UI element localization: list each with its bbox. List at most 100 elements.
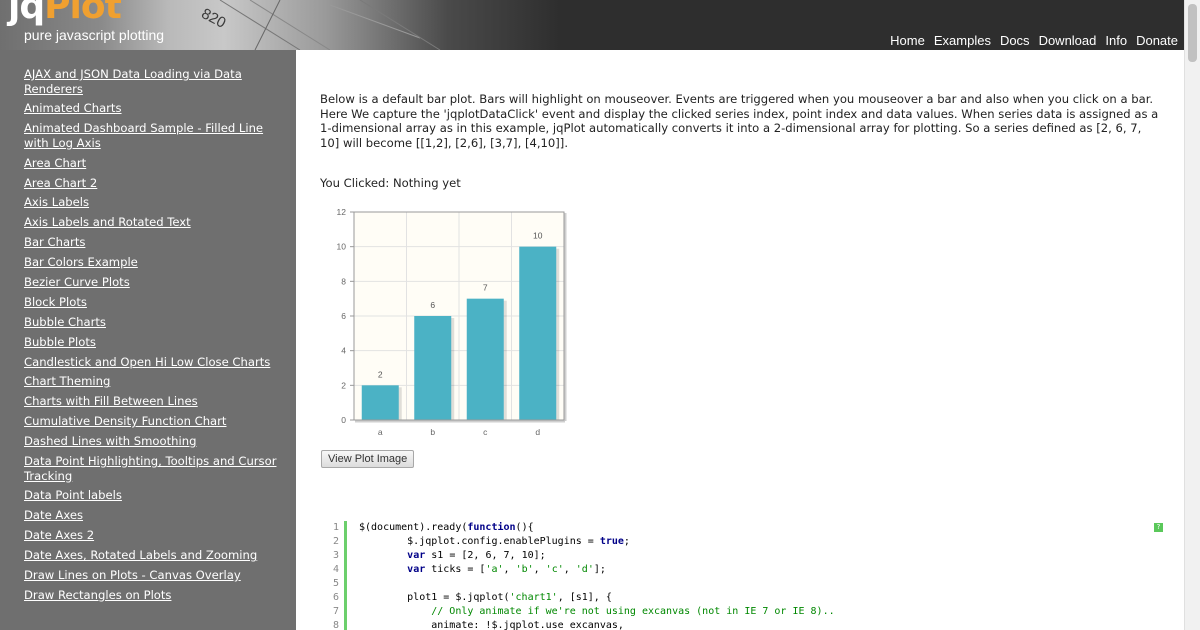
examples-list: AJAX and JSON Data Loading via Data Rend…: [0, 50, 296, 602]
sidebar-item: Dashed Lines with Smoothing: [24, 434, 296, 449]
sidebar-link[interactable]: Bubble Charts: [24, 315, 286, 330]
sidebar-item: Data Point labels: [24, 488, 296, 503]
line-number: 4: [332, 564, 339, 575]
y-tick-label: 4: [341, 346, 346, 356]
sidebar-item: Area Chart 2: [24, 176, 296, 191]
sidebar-link[interactable]: Block Plots: [24, 295, 286, 310]
x-tick-label: b: [430, 427, 435, 437]
sidebar-item: Date Axes 2: [24, 528, 296, 543]
y-tick-label: 0: [341, 415, 346, 425]
view-plot-image-button[interactable]: View Plot Image: [321, 450, 415, 468]
sidebar-link[interactable]: Bubble Plots: [24, 335, 286, 350]
sidebar-item: Block Plots: [24, 295, 296, 310]
site-header: jqPlot pure javascript plotting 820 Home…: [0, 0, 1184, 50]
bar-shadow: [417, 318, 455, 420]
sidebar-link[interactable]: Area Chart: [24, 156, 286, 171]
sidebar-item: Area Chart: [24, 156, 296, 171]
code-text: animate: !$.jqplot.use_excanvas,: [359, 620, 624, 630]
code-text: var ticks = ['a', 'b', 'c', 'd'];: [407, 564, 606, 575]
nav-docs[interactable]: Docs: [1000, 33, 1030, 48]
sidebar-item: Draw Rectangles on Plots: [24, 588, 296, 603]
sidebar-link[interactable]: Axis Labels: [24, 195, 286, 210]
nav-home[interactable]: Home: [890, 33, 925, 48]
nav-info[interactable]: Info: [1105, 33, 1127, 48]
page-scrollbar[interactable]: [1184, 0, 1200, 630]
code-line: 4 var ticks = ['a', 'b', 'c', 'd'];: [330, 563, 1170, 577]
sidebar-item: Animated Charts: [24, 101, 296, 116]
line-number: 8: [332, 620, 339, 630]
code-listing: 1 $(document).ready(function(){2 $.jqplot…: [330, 521, 1170, 630]
sidebar-item: Animated Dashboard Sample - Filled Line …: [24, 121, 296, 150]
sidebar-link[interactable]: Bezier Curve Plots: [24, 275, 286, 290]
sidebar-link[interactable]: Candlestick and Open Hi Low Close Charts: [24, 355, 286, 370]
code-text: // Only animate if we're not using excan…: [359, 606, 835, 617]
sidebar-item: Bubble Charts: [24, 315, 296, 330]
bar[interactable]: [519, 246, 557, 420]
code-line: 6 plot1 = $.jqplot('chart1', [s1], {: [330, 591, 1170, 605]
bar-shadow: [364, 387, 402, 420]
y-tick-label: 6: [341, 311, 346, 321]
x-tick-label: d: [535, 427, 540, 437]
examples-sidebar: AJAX and JSON Data Loading via Data Rend…: [0, 50, 296, 630]
code-gutter: [344, 521, 347, 535]
sidebar-link[interactable]: Bar Colors Example: [24, 255, 286, 270]
line-number: 3: [332, 550, 339, 561]
code-text: $.jqplot.config.enablePlugins = true;: [359, 536, 630, 547]
sidebar-link[interactable]: Date Axes 2: [24, 528, 286, 543]
sidebar-item: Axis Labels and Rotated Text: [24, 215, 296, 230]
sidebar-link[interactable]: Axis Labels and Rotated Text: [24, 215, 286, 230]
bar-shadow: [469, 300, 507, 420]
data-label: 6: [430, 300, 435, 310]
nav-donate[interactable]: Donate: [1136, 33, 1178, 48]
sidebar-link[interactable]: Animated Charts: [24, 101, 286, 116]
sidebar-link[interactable]: Cumulative Density Function Chart: [24, 414, 286, 429]
sidebar-link[interactable]: Area Chart 2: [24, 176, 286, 191]
main-content: Below is a default bar plot. Bars will h…: [320, 92, 1160, 190]
sidebar-link[interactable]: Bar Charts: [24, 235, 286, 250]
copy-code-icon[interactable]: ?: [1154, 523, 1163, 532]
sidebar-link[interactable]: Data Point labels: [24, 488, 286, 503]
bar[interactable]: [361, 385, 399, 420]
sidebar-item: Charts with Fill Between Lines: [24, 394, 296, 409]
sidebar-link[interactable]: Date Axes: [24, 508, 286, 523]
y-tick-label: 8: [341, 276, 346, 286]
x-tick-label: c: [483, 427, 488, 437]
line-number: 6: [332, 592, 339, 603]
sidebar-link[interactable]: Animated Dashboard Sample - Filled Line …: [24, 121, 286, 150]
code-line: 3 var s1 = [2, 6, 7, 10];: [330, 549, 1170, 563]
code-gutter: [344, 619, 347, 630]
plot-area: [354, 212, 564, 420]
sidebar-link[interactable]: AJAX and JSON Data Loading via Data Rend…: [24, 67, 286, 96]
plot-border: [353, 211, 565, 421]
code-text: $(document).ready(function(){: [359, 522, 534, 533]
sidebar-link[interactable]: Chart Theming: [24, 374, 286, 389]
sidebar-item: Draw Lines on Plots - Canvas Overlay: [24, 568, 296, 583]
nav-download[interactable]: Download: [1039, 33, 1097, 48]
y-tick-label: 10: [337, 242, 347, 252]
intro-paragraph: Below is a default bar plot. Bars will h…: [320, 92, 1159, 150]
sidebar-item: Chart Theming: [24, 374, 296, 389]
y-tick-label: 12: [337, 207, 347, 217]
sidebar-link[interactable]: Date Axes, Rotated Labels and Zooming: [24, 548, 286, 563]
data-label: 2: [378, 369, 383, 379]
sidebar-link[interactable]: Data Point Highlighting, Tooltips and Cu…: [24, 454, 286, 483]
data-label: 10: [533, 231, 543, 241]
bar[interactable]: [414, 316, 452, 420]
bar-shadow: [522, 248, 560, 420]
sidebar-link[interactable]: Draw Lines on Plots - Canvas Overlay: [24, 568, 286, 583]
code-gutter: [344, 605, 347, 619]
sidebar-link[interactable]: Dashed Lines with Smoothing: [24, 434, 286, 449]
code-gutter: [344, 577, 347, 591]
sidebar-item: Data Point Highlighting, Tooltips and Cu…: [24, 454, 296, 483]
sidebar-item: AJAX and JSON Data Loading via Data Rend…: [24, 67, 296, 96]
code-line: 2 $.jqplot.config.enablePlugins = true;: [330, 535, 1170, 549]
x-tick-label: a: [378, 427, 383, 437]
data-label: 7: [483, 283, 488, 293]
scrollbar-thumb[interactable]: [1188, 4, 1197, 62]
bar[interactable]: [466, 298, 504, 420]
sidebar-link[interactable]: Charts with Fill Between Lines: [24, 394, 286, 409]
sidebar-link[interactable]: Draw Rectangles on Plots: [24, 588, 286, 603]
site-logo[interactable]: jqPlot: [8, 0, 122, 27]
nav-examples[interactable]: Examples: [934, 33, 991, 48]
code-gutter: [344, 535, 347, 549]
